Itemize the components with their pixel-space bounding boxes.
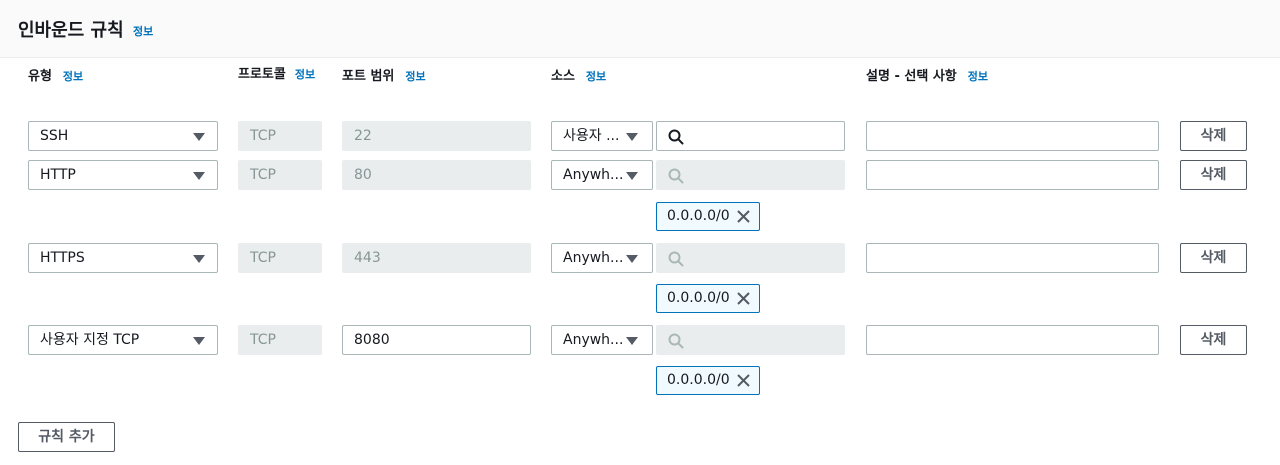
search-icon bbox=[668, 168, 684, 184]
rule-description-input[interactable] bbox=[866, 243, 1159, 273]
rule-source-select[interactable]: Anywh... bbox=[551, 325, 653, 355]
port-range-info-link[interactable]: 정보 bbox=[405, 70, 425, 83]
rule-type-select[interactable]: SSH bbox=[28, 121, 218, 151]
rule-description-input[interactable] bbox=[866, 325, 1159, 355]
rule-description-input[interactable] bbox=[866, 121, 1159, 151]
column-description-label: 설명 - 선택 사항 정보 bbox=[866, 69, 988, 84]
rule-protocol-field: TCP bbox=[238, 243, 322, 273]
rule-source-select[interactable]: Anywh... bbox=[551, 243, 653, 273]
rule-source-search-input[interactable] bbox=[656, 243, 845, 273]
rule-source-search-input[interactable] bbox=[656, 121, 845, 151]
rule-port-range-field: 443 bbox=[342, 243, 531, 273]
column-port-range-label: 포트 범위 정보 bbox=[342, 69, 426, 84]
protocol-info-link[interactable]: 정보 bbox=[295, 68, 315, 81]
type-info-link[interactable]: 정보 bbox=[63, 70, 83, 83]
source-cidr-token: 0.0.0.0/0 bbox=[656, 366, 760, 395]
rule-source-select[interactable]: 사용자 ... bbox=[551, 121, 653, 151]
source-cidr-token: 0.0.0.0/0 bbox=[656, 284, 760, 313]
close-icon[interactable] bbox=[736, 373, 751, 388]
rule-type-select[interactable]: 사용자 지정 TCP bbox=[28, 325, 218, 355]
rule-description-input[interactable] bbox=[866, 160, 1159, 190]
description-info-link[interactable]: 정보 bbox=[968, 70, 988, 83]
caret-down-icon bbox=[193, 133, 205, 141]
rule-source-search-input[interactable] bbox=[656, 325, 845, 355]
caret-down-icon bbox=[626, 337, 638, 345]
rule-protocol-field: TCP bbox=[238, 121, 322, 151]
source-cidr-token: 0.0.0.0/0 bbox=[656, 202, 760, 231]
caret-down-icon bbox=[193, 255, 205, 263]
column-protocol-label: 프로토콜 정보 bbox=[238, 67, 316, 82]
rule-port-range-field: 22 bbox=[342, 121, 531, 151]
delete-rule-button[interactable]: 삭제 bbox=[1180, 160, 1247, 190]
section-title: 인바운드 규칙 bbox=[18, 20, 124, 41]
rule-protocol-field: TCP bbox=[238, 325, 322, 355]
delete-rule-button[interactable]: 삭제 bbox=[1180, 325, 1247, 355]
rule-source-search-input[interactable] bbox=[656, 160, 845, 190]
caret-down-icon bbox=[193, 172, 205, 180]
caret-down-icon bbox=[626, 133, 638, 141]
add-rule-button[interactable]: 규칙 추가 bbox=[18, 422, 115, 452]
rule-port-range-input[interactable] bbox=[342, 325, 531, 355]
search-icon bbox=[668, 251, 684, 267]
source-info-link[interactable]: 정보 bbox=[586, 70, 606, 83]
section-header: 인바운드 규칙 정보 bbox=[0, 0, 1280, 58]
delete-rule-button[interactable]: 삭제 bbox=[1180, 121, 1247, 151]
search-icon bbox=[668, 333, 684, 349]
search-icon bbox=[668, 129, 684, 145]
caret-down-icon bbox=[626, 255, 638, 263]
column-source-label: 소스 정보 bbox=[551, 69, 607, 84]
caret-down-icon bbox=[626, 172, 638, 180]
close-icon[interactable] bbox=[736, 291, 751, 306]
caret-down-icon bbox=[193, 337, 205, 345]
rule-protocol-field: TCP bbox=[238, 160, 322, 190]
delete-rule-button[interactable]: 삭제 bbox=[1180, 243, 1247, 273]
rule-port-range-field: 80 bbox=[342, 160, 531, 190]
section-info-link[interactable]: 정보 bbox=[133, 23, 153, 39]
rule-type-select[interactable]: HTTPS bbox=[28, 243, 218, 273]
rule-type-select[interactable]: HTTP bbox=[28, 160, 218, 190]
rule-source-select[interactable]: Anywh... bbox=[551, 160, 653, 190]
close-icon[interactable] bbox=[736, 209, 751, 224]
column-type-label: 유형 정보 bbox=[28, 69, 84, 84]
